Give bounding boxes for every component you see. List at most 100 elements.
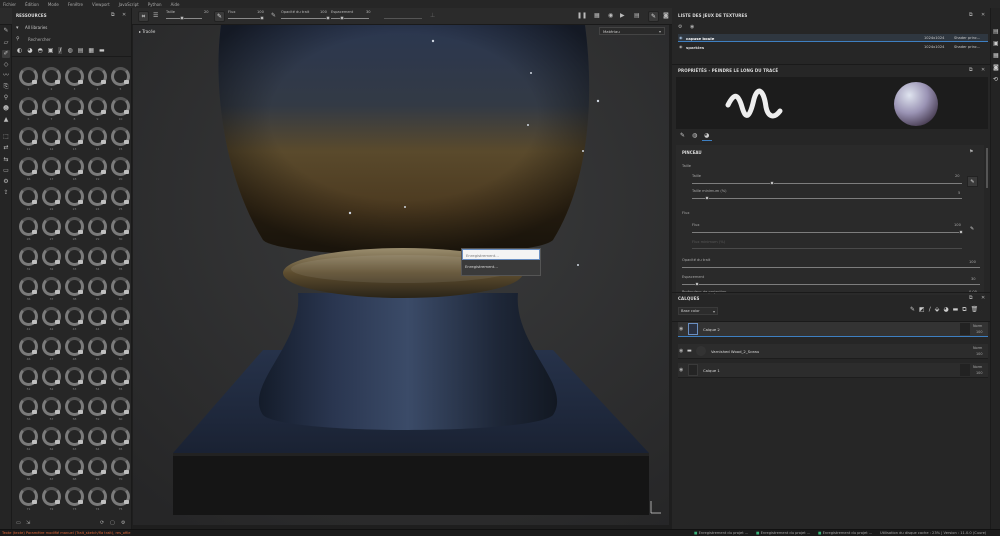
brush-thumbnail[interactable]: 34 [87, 246, 109, 275]
brush-thumbnail[interactable]: 18 [64, 156, 86, 185]
float-panel-icon[interactable]: ⧉ [969, 12, 973, 18]
brush-thumbnail[interactable]: 15 [110, 126, 132, 155]
layer-blend-mode[interactable]: Norm [973, 365, 982, 369]
brush-thumbnail[interactable]: 21 [18, 186, 40, 215]
material-dropdown[interactable]: Matériau ▾ [599, 27, 665, 35]
brush-thumbnail[interactable]: 35 [110, 246, 132, 275]
texture-set-shader[interactable]: Shader princ... [954, 36, 980, 40]
opacity-value[interactable]: 100 [320, 10, 327, 14]
prop-spacing-value[interactable]: 30 [971, 277, 976, 281]
layer-row[interactable]: ◉ Calque 2 Norm 100 [678, 322, 988, 337]
brush-thumbnail[interactable]: 46 [18, 336, 40, 365]
brush-thumbnail[interactable]: 3 [64, 66, 86, 95]
layer-name[interactable]: Varnished Wood_2_Sceau [711, 349, 759, 354]
brush-thumbnail[interactable]: 56 [18, 396, 40, 425]
brush-thumbnail[interactable]: 9 [87, 96, 109, 125]
menu-python[interactable]: Python [148, 2, 162, 7]
brush-thumbnail[interactable]: 7 [41, 96, 63, 125]
video-icon[interactable]: ▶ [620, 12, 625, 19]
brush-thumbnail[interactable]: 32 [41, 246, 63, 275]
brush-thumbnail[interactable]: 75 [110, 486, 132, 515]
layer-row[interactable]: ◉ ▬ Varnished Wood_2_Sceau Norm 100 [678, 344, 988, 359]
brush-thumbnail[interactable]: 73 [64, 486, 86, 515]
add-paint-layer-icon[interactable]: ∕ [929, 306, 931, 314]
brush-thumbnail[interactable]: 25 [110, 186, 132, 215]
align-icon[interactable]: ☰ [153, 12, 158, 19]
menu-help[interactable]: Aide [171, 2, 180, 7]
brush-thumbnail[interactable]: 30 [110, 216, 132, 245]
brush-thumbnail[interactable]: 2 [41, 66, 63, 95]
visibility-icon[interactable]: ◉ [690, 24, 694, 30]
texture-set-row[interactable]: ◉ capuse boule 1024x1024 Shader princ... [678, 34, 988, 42]
flow-slider[interactable] [228, 18, 264, 19]
prop-size-slider[interactable] [692, 183, 962, 184]
brush-thumbnail[interactable]: 31 [18, 246, 40, 275]
alpha-tab-icon[interactable]: ◕ [704, 132, 709, 139]
brush-thumbnail[interactable]: 26 [18, 216, 40, 245]
brush-thumbnail[interactable]: 64 [87, 426, 109, 455]
user-icon[interactable]: ☻ [2, 105, 10, 113]
layer-row[interactable]: ◉ Calque 1 Norm 100 [678, 363, 988, 378]
refresh-icon[interactable]: ⟳ [100, 520, 104, 526]
brush-thumbnail[interactable]: 52 [41, 366, 63, 395]
layer-blend-mode[interactable]: Norm [973, 324, 982, 328]
polygon-fill-icon[interactable]: ◇ [2, 61, 10, 69]
layer-name[interactable]: Calque 2 [703, 327, 720, 332]
texture-settings-icon[interactable]: ⚙ [678, 24, 682, 30]
prop-min-size-slider[interactable] [692, 198, 962, 199]
texture-set-shader[interactable]: Shader princ... [954, 45, 980, 49]
prop-spacing-slider[interactable] [682, 284, 980, 285]
filter-smart-icon[interactable]: ◓ [38, 47, 43, 54]
float-panel-icon[interactable]: ⧉ [111, 12, 115, 18]
add-effect-icon[interactable]: ✎ [910, 306, 915, 314]
prop-opacity-value[interactable]: 100 [969, 260, 976, 264]
display-settings-dock-icon[interactable]: ▣ [993, 40, 999, 47]
opacity-slider[interactable] [281, 18, 329, 19]
texture-set-row[interactable]: ◉ sparkles 1024x1024 Shader princ... [678, 43, 988, 51]
prop-spacing-knob[interactable] [695, 282, 699, 286]
brush-thumbnail[interactable]: 58 [64, 396, 86, 425]
projection-tool-icon[interactable]: ✐ [2, 50, 10, 58]
menu-file[interactable]: Fichier [3, 2, 16, 7]
brush-thumbnail[interactable]: 23 [64, 186, 86, 215]
menu-mode[interactable]: Mode [48, 2, 59, 7]
brush-thumbnail[interactable]: 4 [87, 66, 109, 95]
brush-tab-icon[interactable]: ✎ [680, 132, 685, 139]
texture-sets-dock-icon[interactable]: ▤ [993, 28, 999, 35]
filter-all-icon[interactable]: ◐ [17, 47, 22, 54]
eraser-tool-icon[interactable]: ▱ [2, 39, 10, 47]
pressure-size-icon[interactable]: ✎ [967, 176, 978, 187]
brush-thumbnail[interactable]: 53 [64, 366, 86, 395]
settings-icon[interactable]: ⚙ [121, 520, 125, 526]
flow-value[interactable]: 100 [257, 10, 264, 14]
paint-mode-icon[interactable]: ✎ [648, 11, 659, 22]
spacing-value[interactable]: 30 [366, 10, 371, 14]
brush-thumbnail[interactable]: 67 [41, 456, 63, 485]
duplicate-layer-icon[interactable]: ⧉ [962, 306, 966, 314]
clone-tool-icon[interactable]: ⎘ [2, 83, 10, 91]
search-input[interactable]: Rechercher [28, 37, 51, 42]
brush-thumbnail[interactable]: 10 [110, 96, 132, 125]
brush-thumbnail[interactable]: 63 [64, 426, 86, 455]
brush-thumbnail[interactable]: 11 [18, 126, 40, 155]
menu-edit[interactable]: Édition [25, 2, 39, 7]
brush-thumbnail[interactable]: 42 [41, 306, 63, 335]
prop-flow-value[interactable]: 100 [954, 223, 961, 227]
brush-thumbnail[interactable]: 59 [87, 396, 109, 425]
brush-thumbnail[interactable]: 72 [41, 486, 63, 515]
brush-thumbnail[interactable]: 40 [110, 276, 132, 305]
picker-tool-icon[interactable]: ⚲ [2, 94, 10, 102]
prop-size-knob[interactable] [770, 181, 774, 185]
close-panel-icon[interactable]: ✕ [122, 12, 126, 18]
size-value[interactable]: 20 [204, 10, 209, 14]
prop-size-value[interactable]: 20 [955, 174, 960, 178]
spacing-slider-knob[interactable] [340, 16, 344, 20]
brush-thumbnail[interactable]: 29 [87, 216, 109, 245]
brush-thumbnail[interactable]: 20 [110, 156, 132, 185]
brush-thumbnail[interactable]: 44 [87, 306, 109, 335]
bake-tool-icon[interactable]: ▲ [2, 116, 10, 124]
filter-brushes-icon[interactable]: ∕ [58, 46, 63, 54]
brush-thumbnail[interactable]: 54 [87, 366, 109, 395]
library-chevron-icon[interactable]: ▾ [16, 25, 19, 31]
brush-thumbnail[interactable]: 45 [110, 306, 132, 335]
